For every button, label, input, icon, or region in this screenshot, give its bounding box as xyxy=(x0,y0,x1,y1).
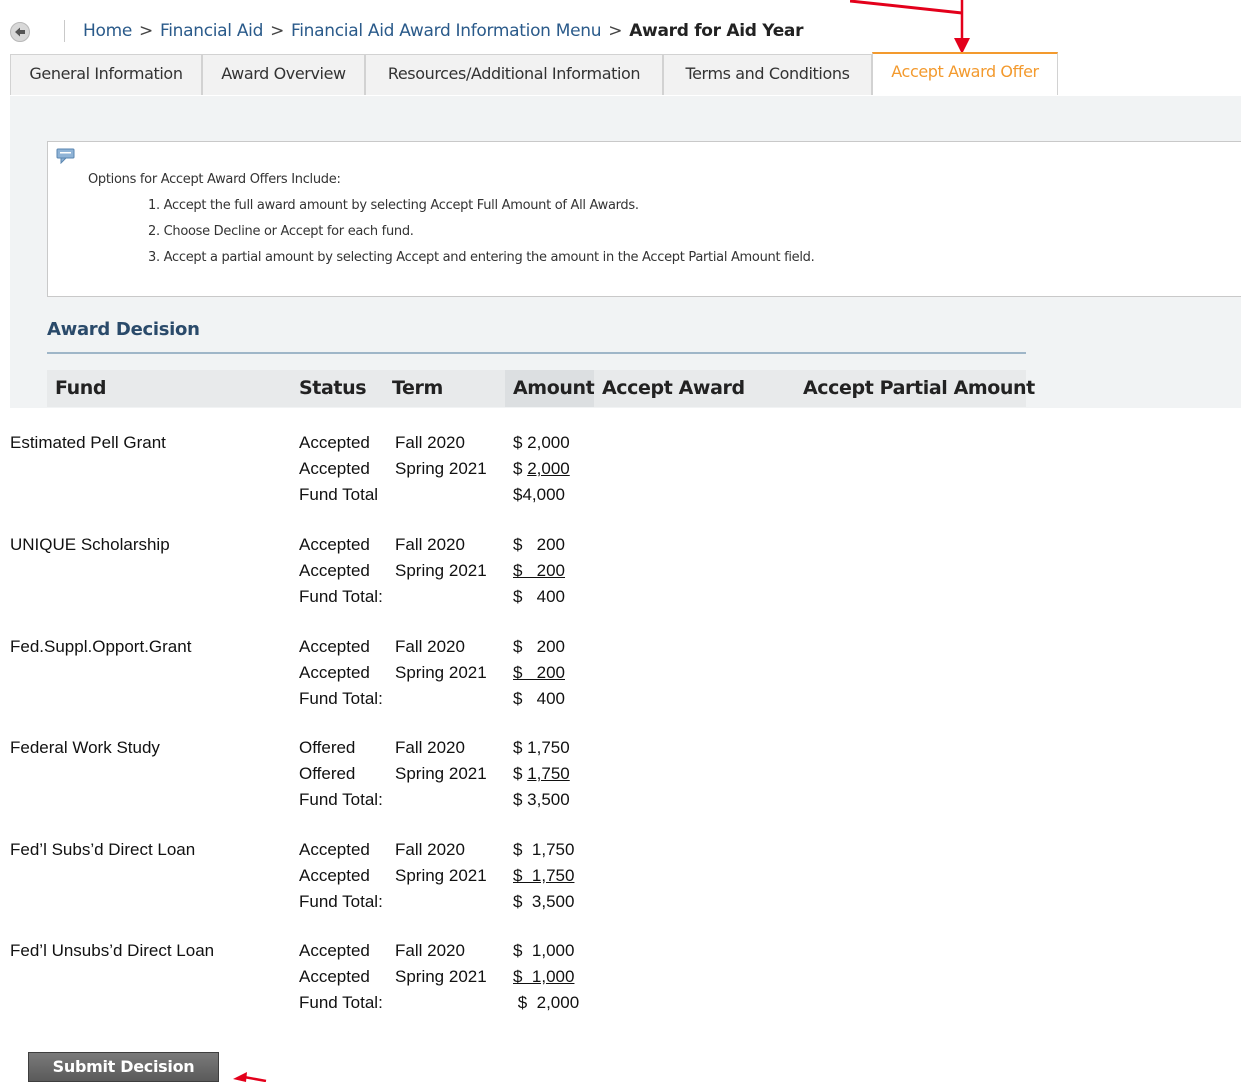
fund-amount: $ 200 xyxy=(513,663,565,683)
heading-divider xyxy=(47,352,1026,354)
breadcrumb-separator: > xyxy=(608,21,623,41)
breadcrumb-separator: > xyxy=(270,21,285,41)
submit-decision-button[interactable]: Submit Decision xyxy=(28,1052,219,1082)
fund-status: Fund Total xyxy=(299,485,379,504)
fund-amount: $ 200 xyxy=(513,561,565,581)
fund-amount: $ 2,000 xyxy=(513,459,570,479)
fund-amount: $ 2,000 xyxy=(513,433,570,452)
amount-underlined: $ 200 xyxy=(513,663,565,682)
fund-name: Estimated Pell Grant xyxy=(10,433,166,452)
tab-terms-and-conditions[interactable]: Terms and Conditions xyxy=(663,54,872,95)
fund-status: Accepted xyxy=(299,663,370,682)
amount-prefix: $ xyxy=(513,459,528,478)
tab-award-overview[interactable]: Award Overview xyxy=(202,54,365,95)
fund-term: Fall 2020 xyxy=(395,738,465,757)
amount-prefix: $ xyxy=(513,764,528,783)
fund-amount: $ 1,000 xyxy=(513,967,574,987)
breadcrumb-current: Award for Aid Year xyxy=(629,21,804,41)
fund-term: Spring 2021 xyxy=(395,967,487,986)
fund-amount: $ 1,750 xyxy=(513,840,575,859)
fund-term: Fall 2020 xyxy=(395,840,465,859)
fund-name: Federal Work Study xyxy=(10,738,160,757)
fund-status: Accepted xyxy=(299,840,370,859)
back-button[interactable] xyxy=(10,22,30,42)
fund-term: Spring 2021 xyxy=(395,459,487,478)
back-arrow-icon xyxy=(15,27,25,37)
column-header-accept-partial-amount: Accept Partial Amount xyxy=(803,377,1035,399)
fund-amount: $ 200 xyxy=(513,535,565,554)
fund-status: Accepted xyxy=(299,967,370,986)
fund-term: Fall 2020 xyxy=(395,941,465,960)
fund-amount: $ 400 xyxy=(513,587,565,606)
fund-status: Accepted xyxy=(299,433,370,452)
info-speech-bubble-icon xyxy=(56,148,75,164)
amount-underlined: $ 200 xyxy=(513,561,565,580)
fund-term: Spring 2021 xyxy=(395,764,487,783)
breadcrumb-divider xyxy=(64,20,65,42)
tab-bar: General Information Award Overview Resou… xyxy=(10,52,1241,97)
fund-status: Fund Total: xyxy=(299,892,383,911)
fund-status: Fund Total: xyxy=(299,993,383,1012)
fund-amount: $ 1,750 xyxy=(513,764,570,784)
fund-name: Fed’l Subs’d Direct Loan xyxy=(10,840,196,859)
fund-amount: $4,000 xyxy=(513,485,565,504)
fund-name: UNIQUE Scholarship xyxy=(10,535,170,554)
fund-name: Fed.Suppl.Opport.Grant xyxy=(10,637,192,656)
fund-amount: $ 2,000 xyxy=(513,993,580,1012)
fund-status: Accepted xyxy=(299,561,370,580)
amount-underlined: 2,000 xyxy=(527,459,570,478)
column-header-status: Status xyxy=(299,377,367,399)
fund-name: Fed’l Unsubs’d Direct Loan xyxy=(10,941,215,960)
tab-general-information[interactable]: General Information xyxy=(10,54,202,95)
breadcrumb-award-info-menu[interactable]: Financial Aid Award Information Menu xyxy=(291,21,602,41)
fund-term: Fall 2020 xyxy=(395,433,465,452)
column-header-accept-award: Accept Award xyxy=(602,377,745,399)
tab-resources-additional-information[interactable]: Resources/Additional Information xyxy=(365,54,663,95)
fund-amount: $ 1,750 xyxy=(513,738,570,757)
fund-amount: $ 200 xyxy=(513,637,565,656)
info-option-1: 1. Accept the full award amount by selec… xyxy=(148,198,639,213)
fund-term: Fall 2020 xyxy=(395,637,465,656)
breadcrumb-financial-aid[interactable]: Financial Aid xyxy=(160,21,263,41)
fund-amount: $ 1,750 xyxy=(513,866,574,886)
info-box xyxy=(47,141,1241,297)
fund-amount: $ 3,500 xyxy=(513,790,570,809)
fund-status: Accepted xyxy=(299,535,370,554)
fund-status: Fund Total: xyxy=(299,689,383,708)
annotation-arrow-icon xyxy=(850,0,970,54)
column-header-term: Term xyxy=(392,377,443,399)
fund-status: Offered xyxy=(299,738,356,757)
tab-accept-award-offer[interactable]: Accept Award Offer xyxy=(872,52,1058,95)
fund-status: Accepted xyxy=(299,459,370,478)
column-header-amount: Amount xyxy=(513,377,595,399)
fund-amount: $ 1,000 xyxy=(513,941,575,960)
fund-term: Spring 2021 xyxy=(395,663,487,682)
info-option-3: 3. Accept a partial amount by selecting … xyxy=(148,250,815,265)
breadcrumb-separator: > xyxy=(139,21,153,41)
annotation-arrow-icon xyxy=(233,1072,267,1082)
amount-underlined: $ 1,000 xyxy=(513,967,575,986)
fund-status: Fund Total: xyxy=(299,587,383,606)
fund-amount: $ 400 xyxy=(513,689,565,708)
fund-term: Fall 2020 xyxy=(395,535,465,554)
fund-term: Spring 2021 xyxy=(395,561,487,580)
amount-underlined: $ 1,750 xyxy=(513,866,575,885)
column-header-fund: Fund xyxy=(55,377,107,399)
fund-status: Accepted xyxy=(299,941,370,960)
fund-term: Spring 2021 xyxy=(395,866,487,885)
fund-status: Fund Total: xyxy=(299,790,383,809)
breadcrumb: Home > Financial Aid > Financial Aid Award I… xyxy=(83,21,804,41)
amount-underlined: 1,750 xyxy=(527,764,570,783)
fund-amount: $ 3,500 xyxy=(513,892,575,911)
award-decision-heading: Award Decision xyxy=(47,319,200,340)
breadcrumb-home[interactable]: Home xyxy=(83,21,132,41)
fund-status: Offered xyxy=(299,764,356,783)
info-option-2: 2. Choose Decline or Accept for each fun… xyxy=(148,224,414,239)
fund-status: Accepted xyxy=(299,866,370,885)
info-intro: Options for Accept Award Offers Include: xyxy=(88,172,341,187)
fund-status: Accepted xyxy=(299,637,370,656)
